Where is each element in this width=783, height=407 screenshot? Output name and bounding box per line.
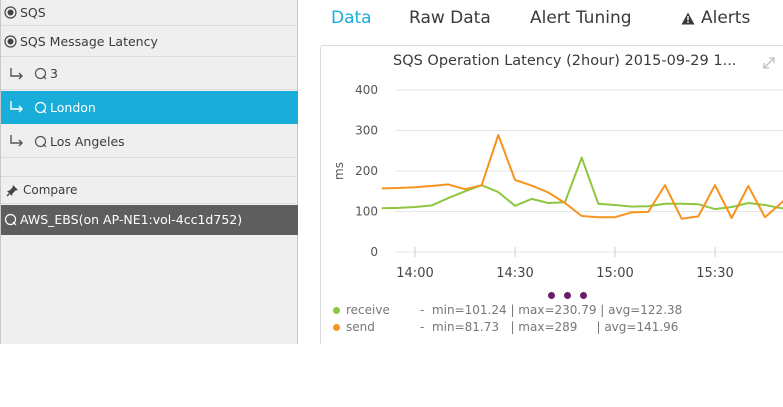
location-pin-icon	[34, 135, 47, 148]
receive-legend-dot	[333, 306, 340, 314]
y-tick-label: 300	[355, 124, 378, 138]
child-arrow-icon	[9, 67, 25, 81]
radio-target-icon	[4, 35, 17, 48]
warning-icon	[681, 12, 695, 25]
series-line-send	[381, 134, 783, 220]
legend-send: send - min=81.73 | max=289 | avg=141.96	[333, 320, 678, 334]
radio-target-icon	[4, 6, 17, 19]
pin-icon	[6, 184, 19, 197]
sidebar-item-compare[interactable]: Compare	[1, 176, 298, 204]
sidebar-item-los-angeles[interactable]: Los Angeles	[1, 125, 298, 158]
tab-alerts[interactable]: Alerts	[681, 0, 750, 36]
location-pin-icon	[4, 213, 17, 226]
sidebar-item-label: SQS	[20, 5, 46, 20]
tab-alert-tuning[interactable]: Alert Tuning	[530, 0, 632, 36]
sidebar-item-sqs[interactable]: SQS	[1, 0, 298, 26]
latency-line-chart: 0 100 200 300 400 ms 14:00 14:30 15:00 15:30	[332, 83, 783, 281]
send-legend-dot	[333, 323, 340, 331]
location-pin-icon	[34, 67, 47, 80]
tab-raw-data[interactable]: Raw Data	[409, 0, 491, 36]
sidebar-item-label: 3	[50, 66, 58, 81]
chart-pager[interactable]	[548, 292, 587, 299]
sidebar-item-label: London	[50, 99, 96, 115]
legend-series-name: receive	[346, 303, 390, 317]
x-tick-label: 14:30	[496, 266, 533, 281]
tab-alerts-label: Alerts	[701, 8, 751, 28]
y-tick-label: 200	[355, 164, 378, 178]
pager-dot[interactable]	[564, 292, 571, 299]
sidebar-item-3[interactable]: 3	[1, 58, 298, 90]
x-tick-label: 14:00	[396, 266, 433, 281]
y-tick-label: 100	[355, 205, 378, 219]
legend-series-name: send	[346, 320, 375, 334]
pager-dot[interactable]	[580, 292, 587, 299]
child-arrow-icon	[9, 134, 25, 148]
sidebar-item-aws-ebs[interactable]: AWS_EBS(on AP-NE1:vol-4cc1d752)	[1, 205, 298, 235]
app-window: SQS SQS Message Latency 3 London Los Ang…	[0, 0, 783, 344]
y-tick-label: 0	[370, 245, 378, 259]
location-pin-icon	[34, 101, 47, 114]
y-tick-label: 400	[355, 83, 378, 97]
sidebar-item-label: Compare	[23, 183, 78, 197]
legend-receive: receive - min=101.24 | max=230.79 | avg=…	[333, 303, 682, 317]
y-axis-label: ms	[332, 162, 346, 180]
tab-bar: Data Raw Data Alert Tuning Alerts	[300, 0, 783, 36]
sidebar-item-label: SQS Message Latency	[20, 34, 158, 49]
legend-stats: - min=81.73 | max=289 | avg=141.96	[420, 320, 679, 334]
pager-dot[interactable]	[548, 292, 555, 299]
child-arrow-icon	[9, 100, 25, 114]
legend-stats: - min=101.24 | max=230.79 | avg=122.38	[420, 303, 683, 317]
sidebar: SQS SQS Message Latency 3 London Los Ang…	[0, 0, 298, 344]
sidebar-item-label: Los Angeles	[50, 133, 125, 149]
sidebar-item-sqs-message-latency[interactable]: SQS Message Latency	[1, 27, 298, 57]
sidebar-item-london[interactable]: London	[1, 91, 298, 124]
x-tick-label: 15:30	[696, 266, 733, 281]
tab-data[interactable]: Data	[331, 0, 372, 36]
x-tick-label: 15:00	[596, 266, 633, 281]
sidebar-item-label: AWS_EBS(on AP-NE1:vol-4cc1d752)	[20, 212, 243, 227]
